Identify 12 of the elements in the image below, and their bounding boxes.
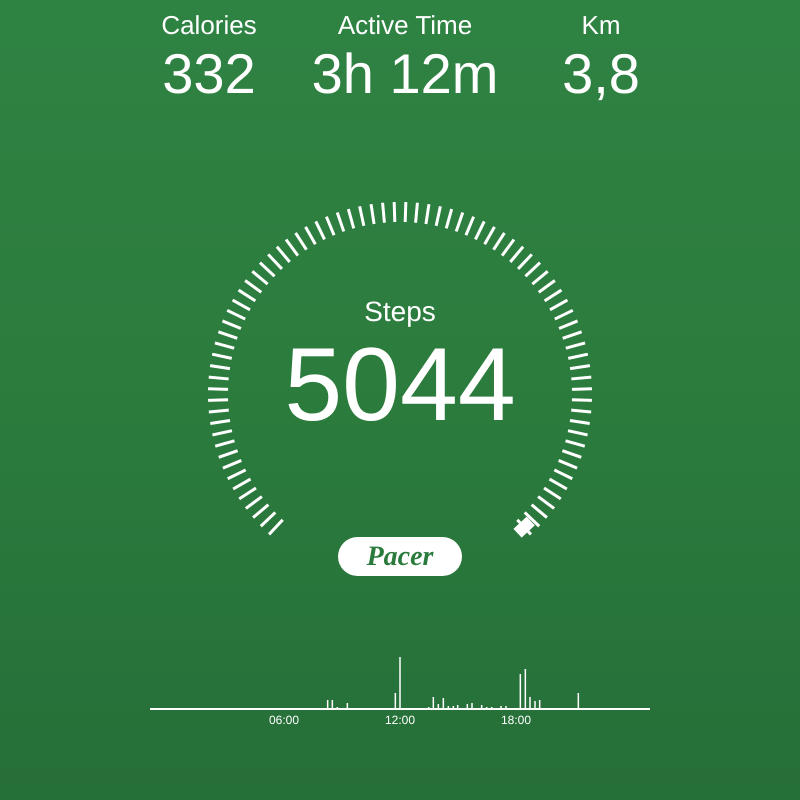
stat-label: Km [582,9,620,42]
stat-value: 3h 12m [312,42,498,106]
stat-label: Active Time [338,9,472,42]
time-label: 18:00 [500,712,532,728]
time-label: 06:00 [268,712,300,728]
pacer-logo: Pacer [338,537,462,576]
stat-label: Calories [161,9,257,42]
time-label: 12:00 [384,712,416,728]
steps-label: Steps [364,295,436,329]
stat-value: 3,8 [562,42,640,106]
stat-value: 332 [162,42,256,106]
steps-value: 5044 [284,330,516,440]
